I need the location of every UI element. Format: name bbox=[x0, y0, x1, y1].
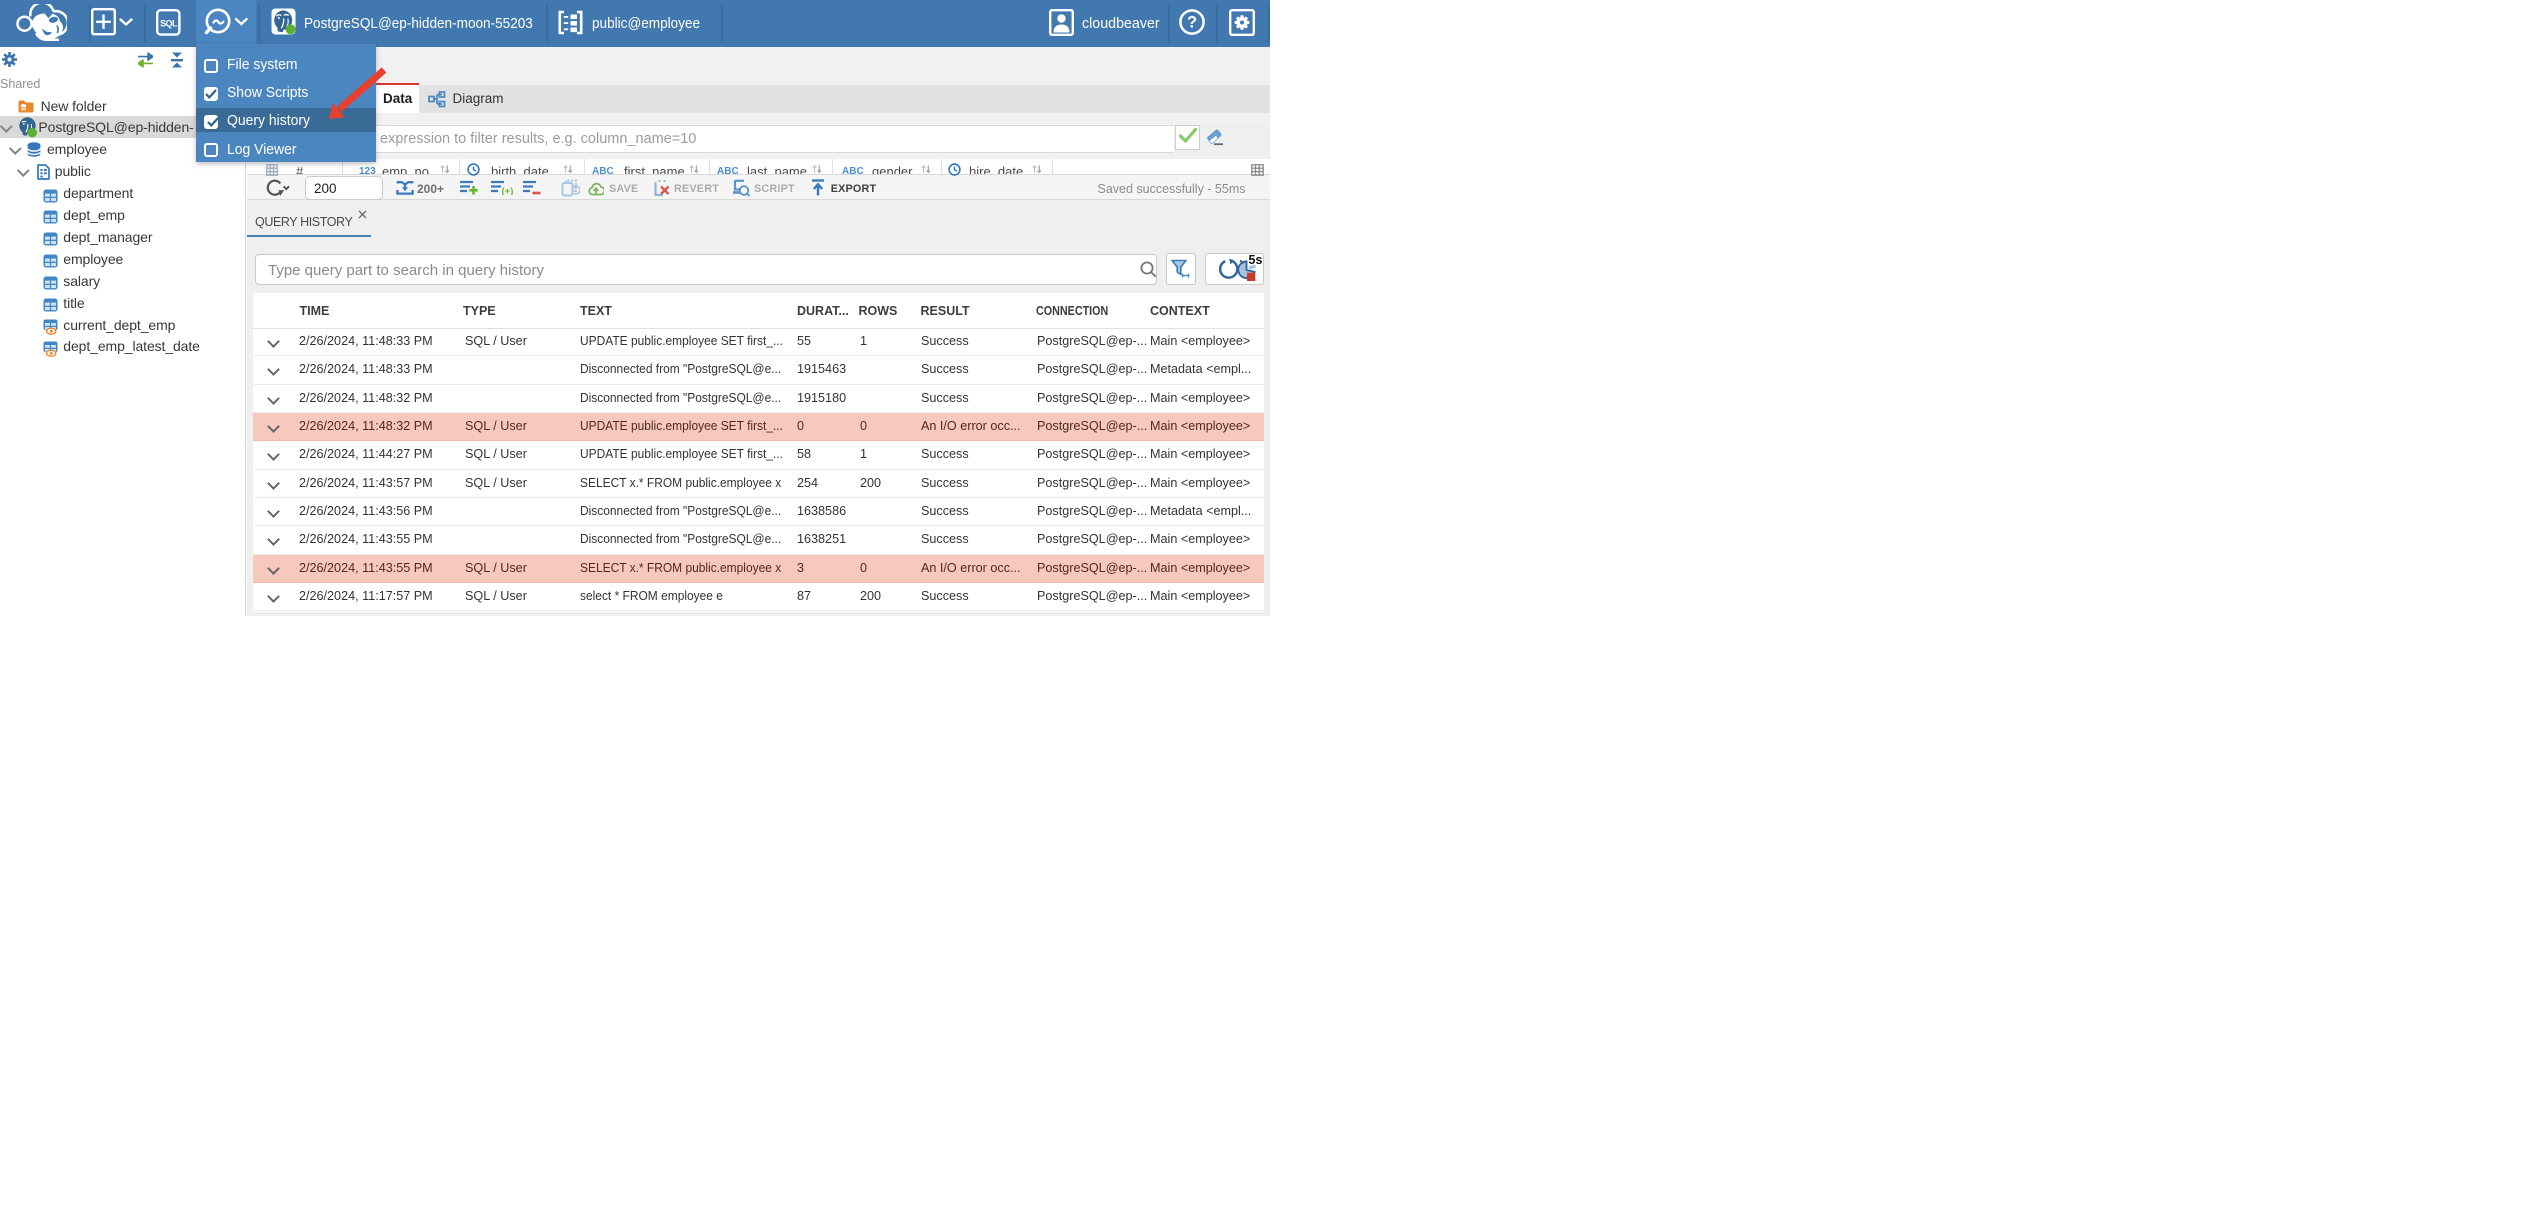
svg-text:SQL: SQL bbox=[160, 18, 178, 28]
svg-text:(+): (+) bbox=[501, 186, 513, 195]
svg-text:?: ? bbox=[1187, 13, 1197, 31]
